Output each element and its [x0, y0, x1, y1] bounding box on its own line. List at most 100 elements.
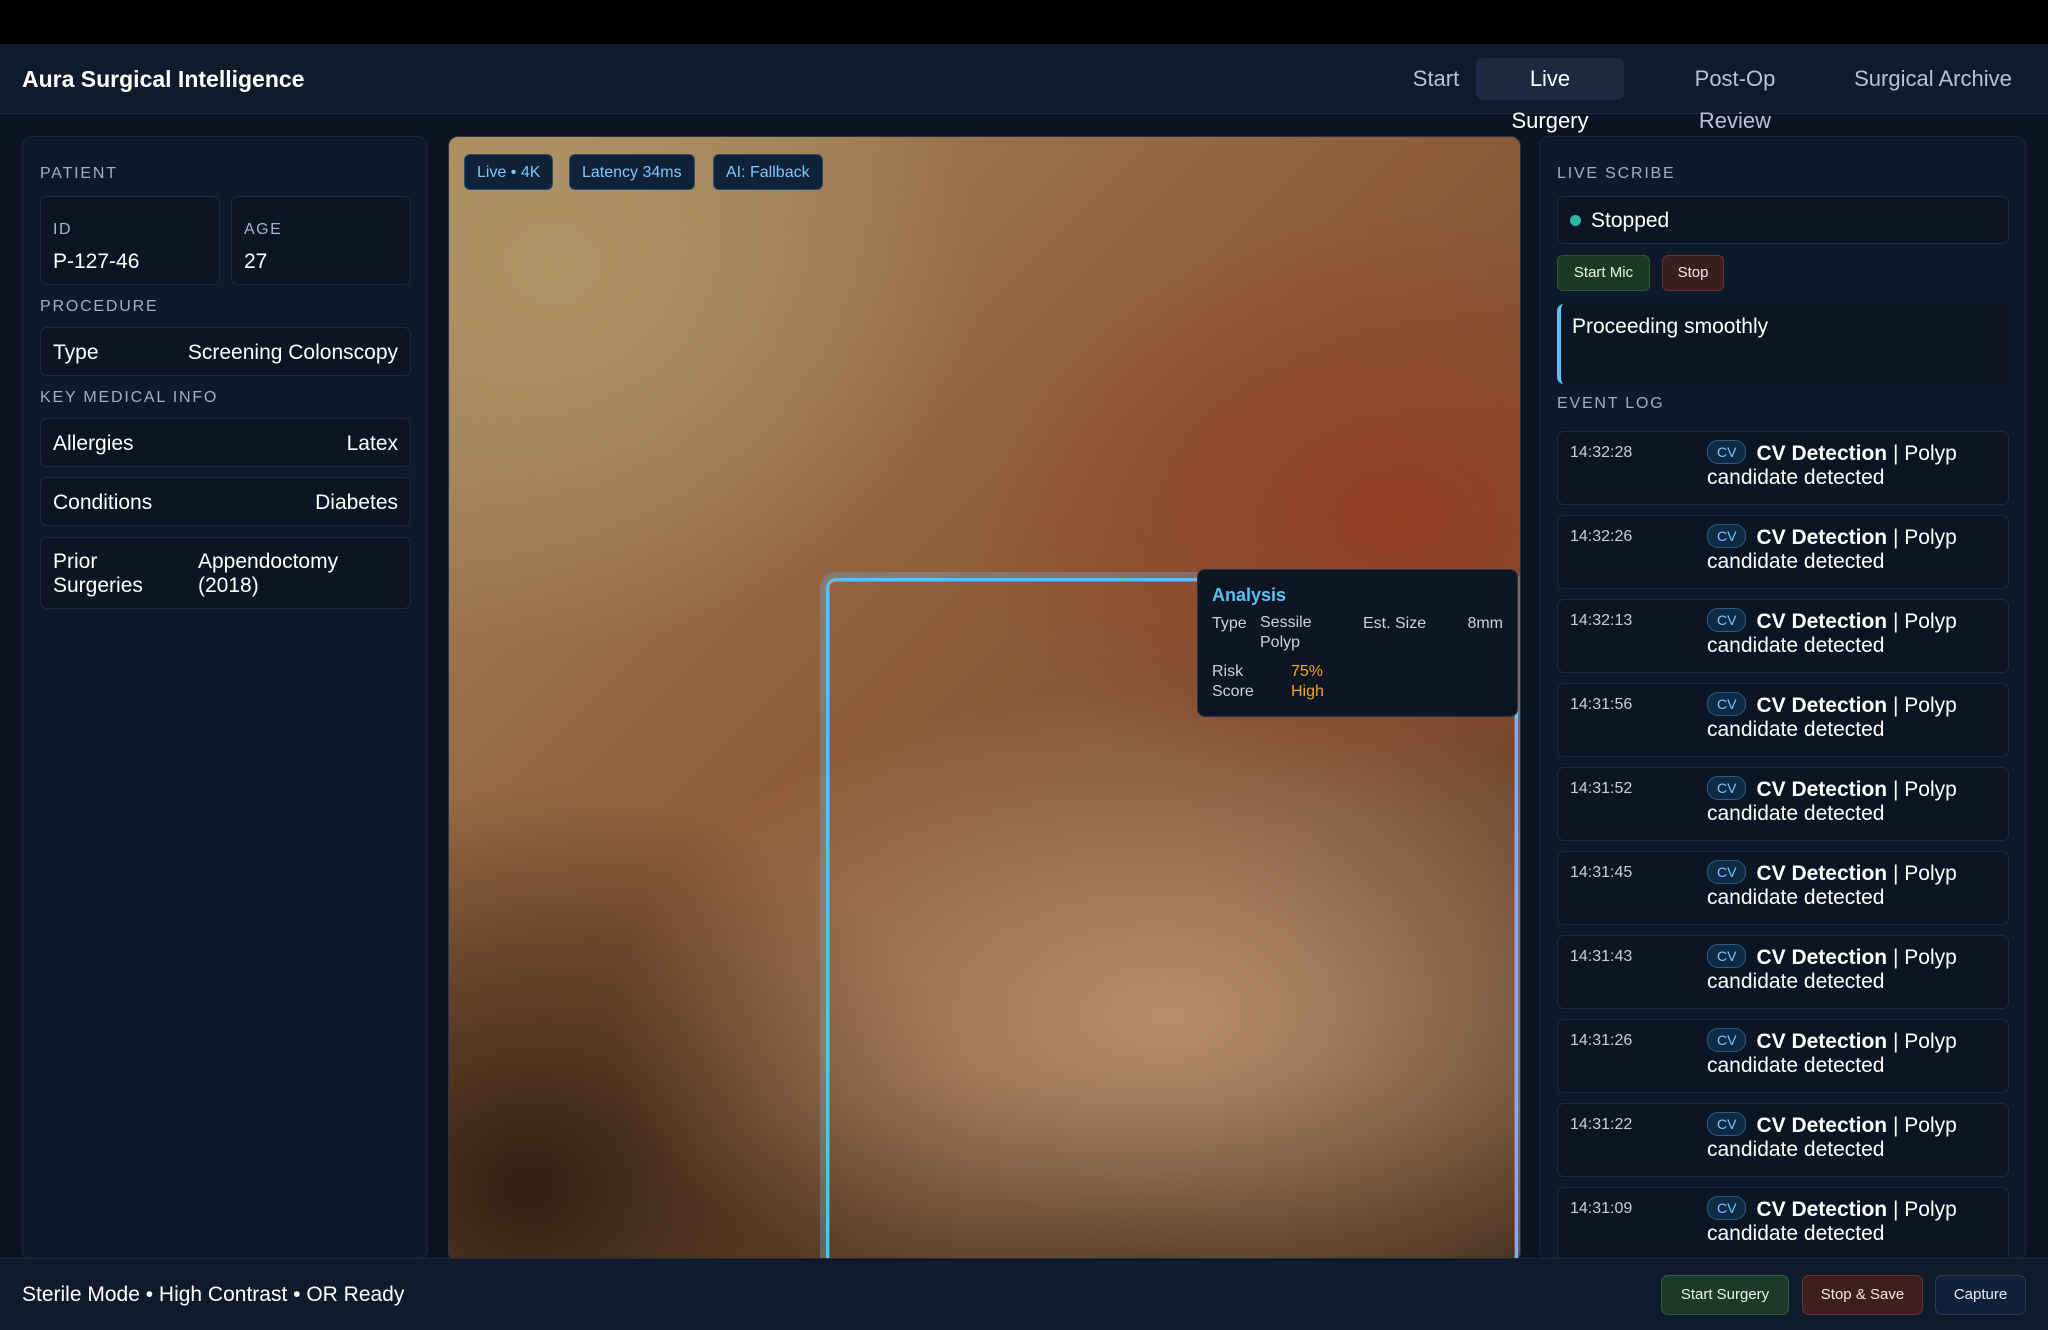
stop-save-button[interactable]: Stop & Save — [1802, 1275, 1923, 1315]
event-log-item[interactable]: 14:31:09 CV CV Detection | Polyp candidat… — [1557, 1187, 2009, 1259]
transcript-box: Proceeding smoothly — [1557, 304, 2009, 384]
event-title: CV Detection — [1756, 610, 1888, 633]
tab-start[interactable]: Start — [1398, 58, 1474, 100]
latency-badge: Latency 34ms — [569, 154, 695, 190]
event-log-item[interactable]: 14:32:26 CV CV Detection | Polyp candidat… — [1557, 515, 2009, 589]
analysis-type-label: Type — [1212, 615, 1247, 632]
prior-surgeries-label: Prior Surgeries — [53, 550, 143, 598]
cv-tag: CV — [1707, 1028, 1747, 1053]
event-title: CV Detection — [1756, 1030, 1888, 1053]
event-log-item[interactable]: 14:32:28 CV CV Detection | Polyp candidat… — [1557, 431, 2009, 505]
event-title: CV Detection — [1756, 694, 1888, 717]
analysis-popover: Analysis Type Sessile Polyp Est. Size 8m… — [1197, 569, 1518, 717]
event-time: 14:32:26 — [1570, 528, 1633, 545]
cv-tag: CV — [1707, 524, 1747, 549]
start-surgery-button[interactable]: Start Surgery — [1661, 1275, 1789, 1315]
start-mic-button[interactable]: Start Mic — [1557, 255, 1650, 291]
patient-id-label: ID — [53, 221, 72, 238]
cv-tag: CV — [1707, 944, 1747, 969]
analysis-type-value: Sessile Polyp — [1260, 613, 1312, 653]
event-title: CV Detection — [1756, 442, 1888, 465]
event-time: 14:31:45 — [1570, 864, 1633, 881]
event-log-item[interactable]: 14:31:26 CV CV Detection | Polyp candidat… — [1557, 1019, 2009, 1093]
app-header: Aura Surgical Intelligence Start Live Su… — [0, 44, 2048, 133]
cv-tag: CV — [1707, 1196, 1747, 1221]
event-message: CV CV Detection | Polyp candidate detecte… — [1707, 440, 2003, 490]
event-log-item[interactable]: 14:31:43 CV CV Detection | Polyp candidat… — [1557, 935, 2009, 1009]
event-message: CV CV Detection | Polyp candidate detecte… — [1707, 692, 2003, 742]
risk-level-value: High — [1291, 683, 1324, 700]
event-message: CV CV Detection | Polyp candidate detecte… — [1707, 944, 2003, 994]
allergies-label: Allergies — [53, 432, 134, 455]
analysis-risk-label-1: Risk — [1212, 663, 1244, 680]
analysis-risk-label-2: Score — [1212, 683, 1254, 700]
event-title: CV Detection — [1756, 526, 1888, 549]
analysis-type-line-2: Polyp — [1260, 634, 1301, 651]
event-title: CV Detection — [1756, 862, 1888, 885]
prior-value-line-2: (2018) — [198, 574, 259, 597]
event-message: CV CV Detection | Polyp candidate detecte… — [1707, 860, 2003, 910]
conditions-row: Conditions Diabetes — [40, 477, 411, 526]
event-title: CV Detection — [1756, 778, 1888, 801]
patient-age-label: AGE — [244, 221, 283, 238]
event-title: CV Detection — [1756, 1114, 1888, 1137]
scribe-status-box: Stopped — [1557, 196, 2009, 244]
conditions-label: Conditions — [53, 491, 153, 514]
event-title: CV Detection — [1756, 1198, 1888, 1221]
cv-tag: CV — [1707, 860, 1747, 885]
prior-surgeries-row: Prior Surgeries Appendoctomy (2018) — [40, 537, 411, 609]
event-log-item[interactable]: 14:31:45 CV CV Detection | Polyp candidat… — [1557, 851, 2009, 925]
scribe-panel: LIVE SCRIBE Stopped Start Mic Stop Proce… — [1539, 136, 2026, 1260]
footer-status-text: Sterile Mode • High Contrast • OR Ready — [22, 1283, 405, 1306]
ai-mode-badge: AI: Fallback — [713, 154, 823, 190]
event-log-item[interactable]: 14:32:13 CV CV Detection | Polyp candidat… — [1557, 599, 2009, 673]
procedure-type-label: Type — [53, 341, 99, 364]
tab-surgical-archive[interactable]: Surgical Archive — [1840, 58, 2026, 100]
app-title: Aura Surgical Intelligence — [22, 66, 305, 92]
risk-score-value: 75% — [1291, 663, 1324, 680]
event-log-item[interactable]: 14:31:56 CV CV Detection | Polyp candidat… — [1557, 683, 2009, 757]
event-time: 14:31:09 — [1570, 1200, 1633, 1217]
analysis-size-value: 8mm — [1467, 615, 1503, 632]
patient-age-card: AGE 27 — [231, 196, 411, 285]
analysis-risk-label: Risk Score — [1212, 662, 1254, 702]
event-title: CV Detection — [1756, 946, 1888, 969]
cv-tag: CV — [1707, 776, 1747, 801]
event-time: 14:32:28 — [1570, 444, 1633, 461]
live-scribe-label: LIVE SCRIBE — [1557, 165, 1676, 182]
event-message: CV CV Detection | Polyp candidate detecte… — [1707, 1112, 2003, 1162]
prior-label-line-1: Prior — [53, 550, 98, 573]
endoscopy-video-feed[interactable]: Live • 4K Latency 34ms AI: Fallback Anal… — [448, 136, 1521, 1262]
tab-post-op-review[interactable]: Post-Op Review — [1644, 58, 1826, 133]
allergies-value: Latex — [346, 432, 398, 455]
patient-id-card: ID P-127-46 — [40, 196, 220, 285]
event-message: CV CV Detection | Polyp candidate detecte… — [1707, 1028, 2003, 1078]
event-message: CV CV Detection | Polyp candidate detecte… — [1707, 776, 2003, 826]
key-medical-info-label: KEY MEDICAL INFO — [40, 389, 219, 406]
event-log-item[interactable]: 14:31:52 CV CV Detection | Polyp candidat… — [1557, 767, 2009, 841]
stop-mic-button[interactable]: Stop — [1662, 255, 1724, 291]
cv-tag: CV — [1707, 440, 1747, 465]
analysis-title: Analysis — [1212, 585, 1287, 605]
patient-section-label: PATIENT — [40, 165, 118, 182]
cv-tag: CV — [1707, 692, 1747, 717]
conditions-value: Diabetes — [315, 491, 398, 514]
event-time: 14:31:56 — [1570, 696, 1633, 713]
event-message: CV CV Detection | Polyp candidate detecte… — [1707, 524, 2003, 574]
analysis-type-line-1: Sessile — [1260, 614, 1312, 631]
event-log-label: EVENT LOG — [1557, 395, 1665, 412]
status-dot-icon — [1570, 215, 1581, 226]
procedure-section-label: PROCEDURE — [40, 298, 159, 315]
procedure-type-value: Screening Colonscopy — [187, 341, 398, 364]
event-message: CV CV Detection | Polyp candidate detecte… — [1707, 1196, 2003, 1246]
event-time: 14:31:43 — [1570, 948, 1633, 965]
footer-bar: Sterile Mode • High Contrast • OR Ready … — [0, 1258, 2048, 1330]
capture-button[interactable]: Capture — [1935, 1275, 2026, 1315]
prior-label-line-2: Surgeries — [53, 574, 143, 597]
tab-live-surgery[interactable]: Live Surgery — [1476, 58, 1624, 133]
patient-panel: PATIENT ID P-127-46 AGE 27 PROCEDURE Typ… — [22, 136, 428, 1260]
event-time: 14:31:22 — [1570, 1116, 1633, 1133]
event-log-item[interactable]: 14:31:22 CV CV Detection | Polyp candidat… — [1557, 1103, 2009, 1177]
procedure-type-row: Type Screening Colonscopy — [40, 327, 411, 376]
allergies-row: Allergies Latex — [40, 418, 411, 467]
